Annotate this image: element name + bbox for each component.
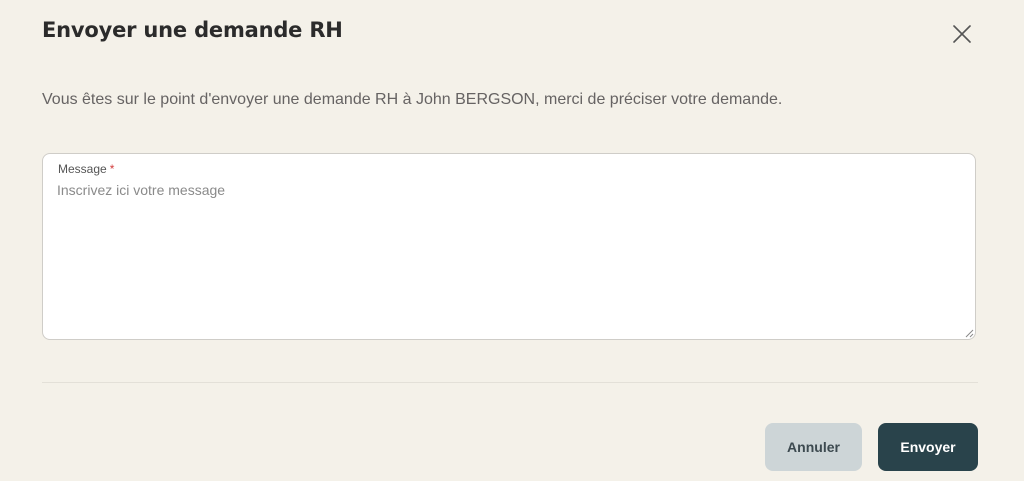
- required-marker: *: [109, 162, 115, 176]
- message-label: Message *: [58, 162, 114, 176]
- message-label-text: Message: [58, 162, 107, 176]
- hr-request-dialog: Envoyer une demande RH Vous êtes sur le …: [0, 0, 1024, 481]
- cancel-button[interactable]: Annuler: [765, 423, 862, 471]
- dialog-title: Envoyer une demande RH: [42, 18, 343, 42]
- footer-divider: [42, 382, 978, 383]
- close-icon: [953, 25, 971, 43]
- message-field: Message *: [42, 153, 976, 340]
- resize-handle-icon[interactable]: [964, 328, 974, 338]
- send-button[interactable]: Envoyer: [878, 423, 978, 471]
- close-button[interactable]: [946, 18, 978, 50]
- dialog-description: Vous êtes sur le point d'envoyer une dem…: [42, 91, 783, 108]
- message-input[interactable]: [57, 182, 957, 332]
